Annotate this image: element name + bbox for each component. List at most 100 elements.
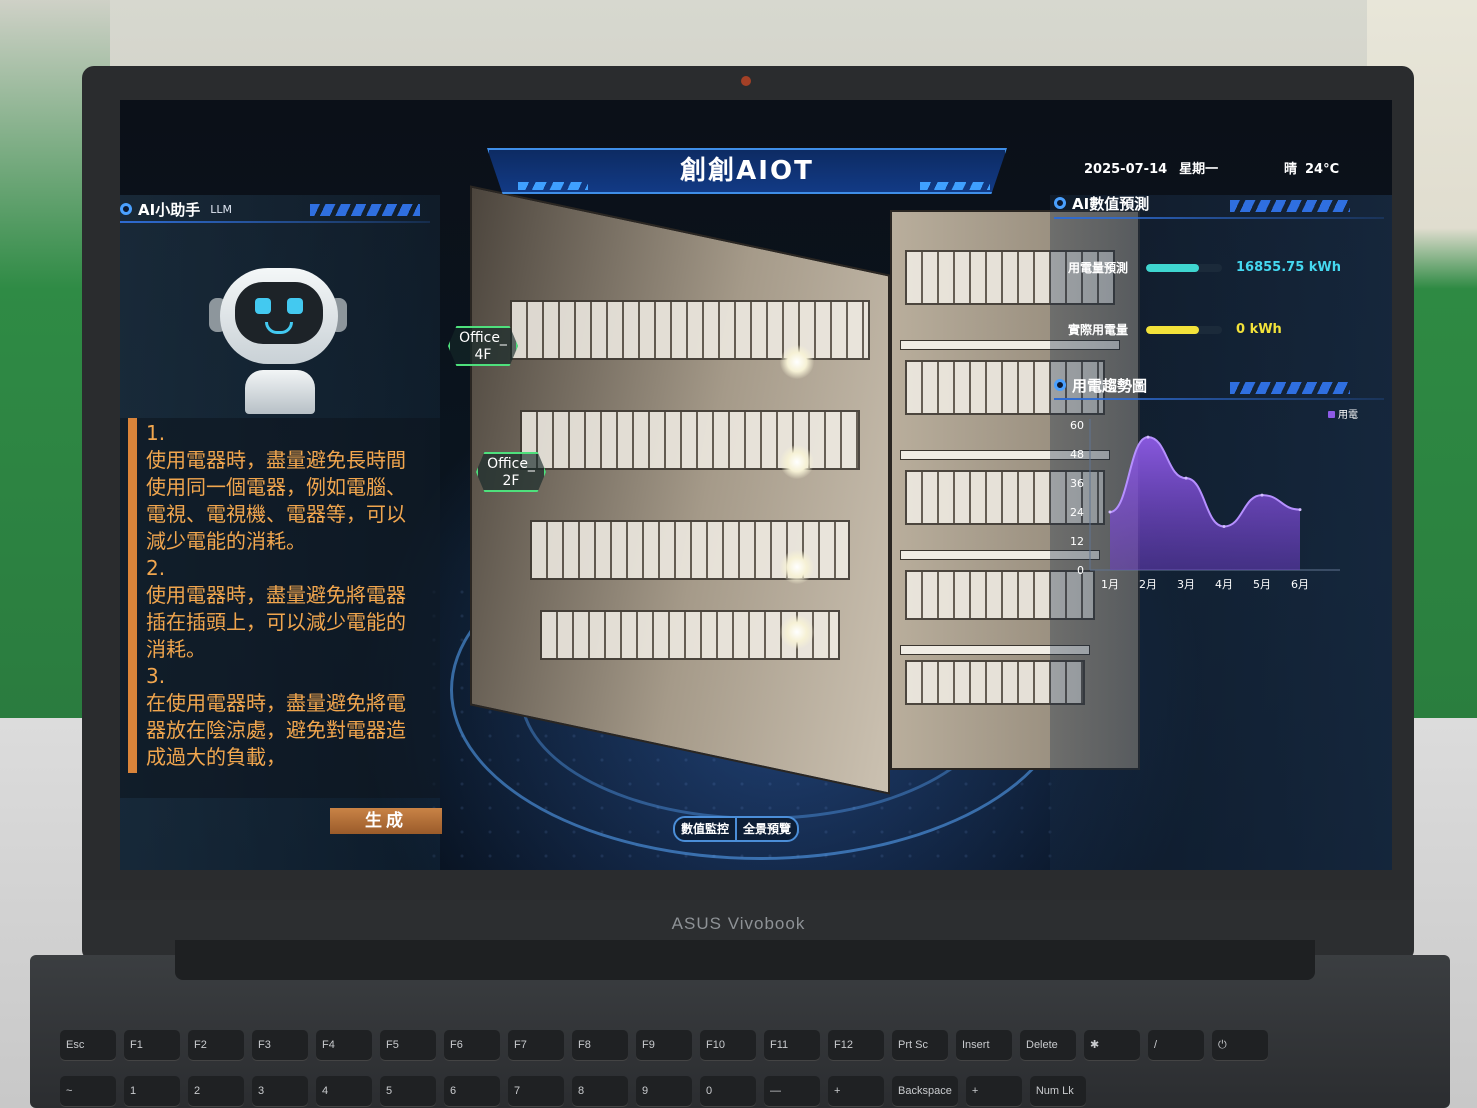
ai-prediction-header-line bbox=[1054, 217, 1384, 219]
keyboard-key[interactable]: F8 bbox=[572, 1030, 628, 1060]
keyboard-key[interactable]: — bbox=[764, 1076, 820, 1106]
keyboard-key[interactable]: + bbox=[965, 1076, 1022, 1106]
tab-panorama[interactable]: 全景預覽 bbox=[735, 818, 797, 840]
keyboard-key[interactable]: F1 bbox=[124, 1030, 180, 1060]
keyboard-key[interactable]: 0 bbox=[700, 1076, 756, 1106]
keyboard-key[interactable]: ⏻ bbox=[1212, 1030, 1268, 1060]
keyboard-key[interactable]: F2 bbox=[188, 1030, 244, 1060]
data-point bbox=[1108, 510, 1112, 514]
x-tick-label: 5月 bbox=[1253, 578, 1271, 591]
legend-label: 用電 bbox=[1338, 409, 1358, 421]
keyboard-key[interactable]: 3 bbox=[252, 1076, 308, 1106]
hinge bbox=[175, 940, 1315, 980]
keyboard-key[interactable]: ✱ bbox=[1084, 1030, 1140, 1060]
section-dot-icon bbox=[1054, 379, 1066, 391]
keyboard-key[interactable]: 5 bbox=[380, 1076, 436, 1106]
y-tick-label: 12 bbox=[1070, 535, 1084, 548]
title-deco-right bbox=[920, 182, 990, 190]
data-point bbox=[1184, 476, 1188, 480]
response-accent-bar bbox=[128, 418, 137, 773]
keyboard-key[interactable]: F4 bbox=[316, 1030, 372, 1060]
keyboard-key[interactable]: 2 bbox=[188, 1076, 244, 1106]
floor-tag-4f[interactable]: Office_ 4F bbox=[448, 326, 518, 366]
weekday: 星期一 bbox=[1179, 162, 1219, 177]
x-tick-label: 3月 bbox=[1177, 578, 1195, 591]
keyboard-key[interactable]: F12 bbox=[828, 1030, 884, 1060]
data-point bbox=[1260, 493, 1264, 497]
keyboard-key[interactable]: 7 bbox=[508, 1076, 564, 1106]
ai-prediction-header-stripe bbox=[1230, 200, 1350, 212]
ai-assistant-header-line bbox=[120, 221, 430, 223]
metric-bar bbox=[1146, 263, 1222, 272]
data-point bbox=[1298, 508, 1302, 512]
date-display: 2025-07-14 星期一 bbox=[1084, 158, 1218, 177]
trend-title: 用電趨勢圖 bbox=[1072, 376, 1148, 395]
ai-assistant-header-stripe bbox=[310, 204, 420, 216]
date: 2025-07-14 bbox=[1084, 162, 1168, 177]
window bbox=[510, 300, 870, 360]
metric-value: 0 kWh bbox=[1236, 322, 1282, 337]
keyboard-key[interactable]: F9 bbox=[636, 1030, 692, 1060]
view-tabs: 數值監控 全景預覽 bbox=[673, 816, 800, 842]
keyboard-key[interactable]: / bbox=[1148, 1030, 1204, 1060]
robot-eye bbox=[255, 298, 271, 314]
x-tick-label: 4月 bbox=[1215, 578, 1233, 591]
generate-button[interactable]: 生成 bbox=[330, 808, 442, 834]
keyboard-keys: Esc F1 F2 F3 F4 F5 F6 F7 F8 F9 F10 F11 F12 Prt Sc Inse… bbox=[60, 1030, 1460, 1108]
metric-actual-usage: 實際用電量 0 kWh bbox=[1068, 321, 1282, 338]
metric-value: 16855.75 kWh bbox=[1236, 260, 1342, 275]
metric-label: 用電量預測 bbox=[1068, 261, 1129, 275]
x-tick-label: 1月 bbox=[1101, 578, 1119, 591]
keyboard-key[interactable]: Esc bbox=[60, 1030, 116, 1060]
webcam bbox=[741, 76, 751, 86]
ai-response-box[interactable]: 1. 使用電器時，盡量避免長時間使用同一個電器，例如電腦、電視、電視機、電器等，… bbox=[120, 418, 440, 798]
tab-data-monitor[interactable]: 數值監控 bbox=[675, 818, 735, 840]
keyboard-key[interactable]: F7 bbox=[508, 1030, 564, 1060]
legend-swatch bbox=[1328, 411, 1335, 418]
temperature: 24°C bbox=[1305, 162, 1340, 177]
keyboard-key[interactable]: Prt Sc bbox=[892, 1030, 948, 1060]
floor-tag-2f[interactable]: Office_ 2F bbox=[476, 452, 546, 492]
keyboard-key[interactable]: F11 bbox=[764, 1030, 820, 1060]
robot-mouth bbox=[265, 322, 293, 334]
keyboard-key[interactable]: ~ bbox=[60, 1076, 116, 1106]
y-tick-label: 24 bbox=[1070, 506, 1084, 519]
keyboard-key[interactable]: Insert bbox=[956, 1030, 1012, 1060]
lamp bbox=[780, 445, 814, 479]
building-3d-model[interactable] bbox=[450, 140, 1140, 795]
trend-header-stripe bbox=[1230, 382, 1350, 394]
keyboard-key[interactable]: 9 bbox=[636, 1076, 692, 1106]
metric-bar-fill bbox=[1146, 263, 1200, 272]
keyboard-key[interactable]: F3 bbox=[252, 1030, 308, 1060]
keyboard-key[interactable]: Backspace bbox=[892, 1076, 958, 1106]
ai-prediction-title: AI數值預測 bbox=[1072, 194, 1150, 213]
keyboard-key[interactable]: Num Lk bbox=[1029, 1076, 1086, 1106]
robot-face bbox=[235, 282, 323, 344]
section-dot-icon bbox=[1054, 197, 1066, 209]
metric-predicted-usage: 用電量預測 16855.75 kWh bbox=[1068, 259, 1341, 276]
robot-body bbox=[245, 370, 315, 414]
robot-eye bbox=[287, 298, 303, 314]
lamp bbox=[780, 550, 814, 584]
keyboard-key[interactable]: + bbox=[828, 1076, 884, 1106]
floor-tag-4f-line1: Office_ bbox=[459, 330, 507, 346]
keyboard-key[interactable]: 8 bbox=[572, 1076, 628, 1106]
metric-bar-fill bbox=[1146, 325, 1200, 334]
keyboard-key[interactable]: F6 bbox=[444, 1030, 500, 1060]
keyboard-key[interactable]: 6 bbox=[444, 1076, 500, 1106]
keyboard-key[interactable]: F5 bbox=[380, 1030, 436, 1060]
keyboard-key[interactable]: F10 bbox=[700, 1030, 756, 1060]
lamp bbox=[780, 345, 814, 379]
laptop-brand: ASUS Vivobook bbox=[671, 914, 806, 933]
keyboard-key[interactable]: 1 bbox=[124, 1076, 180, 1106]
ai-response-text: 1. 使用電器時，盡量避免長時間使用同一個電器，例如電腦、電視、電視機、電器等，… bbox=[146, 421, 406, 769]
usage-trend-chart: 0 12 24 36 48 60 1月 2月 3月 4月 5月 6月 用電 bbox=[1060, 405, 1358, 595]
keyboard-key[interactable]: Delete bbox=[1020, 1030, 1076, 1060]
title-deco-left bbox=[518, 182, 588, 190]
llm-tag: LLM bbox=[210, 202, 232, 216]
keyboard-key[interactable]: 4 bbox=[316, 1076, 372, 1106]
section-dot-icon bbox=[120, 203, 132, 215]
chart-canvas: 0 12 24 36 48 60 1月 2月 3月 4月 5月 6月 用電 bbox=[1070, 409, 1358, 591]
y-tick-label: 0 bbox=[1077, 564, 1084, 577]
floor-tag-2f-line2: 2F bbox=[502, 473, 520, 489]
